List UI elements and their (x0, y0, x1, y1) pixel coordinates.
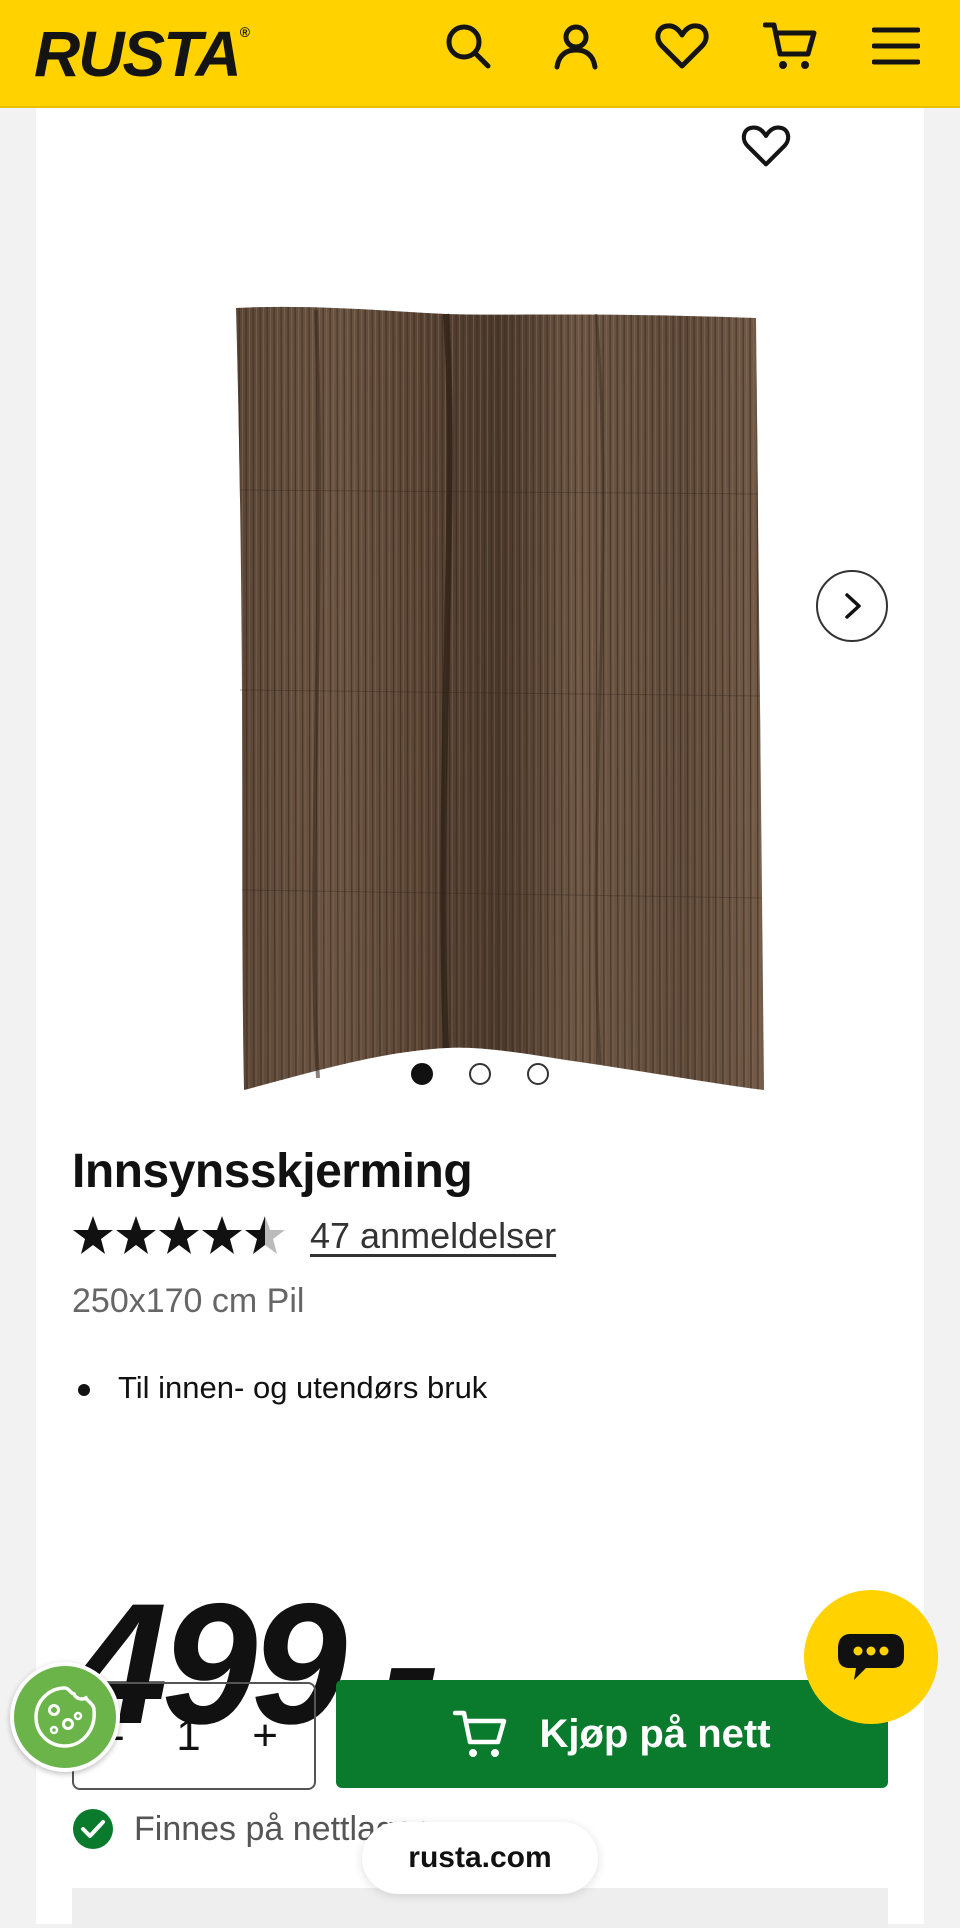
chevron-right-icon (845, 593, 861, 619)
star-icon (202, 1216, 242, 1254)
product-variant: 250x170 cm Pil (72, 1282, 305, 1320)
site-header: RUSTA® (0, 0, 960, 108)
chat-bubble-icon (838, 1634, 904, 1680)
gallery-dot-2[interactable] (469, 1063, 491, 1085)
buy-button-label: Kjøp på nett (539, 1711, 771, 1756)
feature-list: Til innen- og utendørs bruk (72, 1370, 487, 1406)
heart-icon (741, 125, 791, 167)
product-title: Innsynsskjerming (72, 1145, 473, 1198)
cart-icon[interactable] (758, 14, 822, 78)
browser-url-bar[interactable]: rusta.com (362, 1822, 598, 1894)
gallery-dot-3[interactable] (527, 1063, 549, 1085)
rusta-logo[interactable]: RUSTA® (34, 4, 250, 104)
gallery-pagination (36, 1063, 924, 1085)
star-icon (159, 1216, 199, 1254)
cookie-icon (34, 1686, 96, 1748)
quantity-value[interactable]: 1 (176, 1711, 200, 1761)
search-icon[interactable] (436, 14, 500, 78)
reviews-link[interactable]: 47 anmeldelser (310, 1215, 556, 1257)
add-to-favorites-button[interactable] (722, 108, 810, 184)
gallery-dot-1[interactable] (411, 1063, 433, 1085)
half-star-icon (245, 1216, 285, 1254)
buy-online-button[interactable]: Kjøp på nett (336, 1680, 888, 1788)
cookie-settings-button[interactable] (10, 1662, 120, 1772)
product-card: Innsynsskjerming 47 anmeldelser 250x170 … (36, 108, 924, 1928)
menu-icon[interactable] (864, 14, 928, 78)
rating-stars (72, 1214, 290, 1258)
feature-item: Til innen- og utendørs bruk (72, 1370, 487, 1406)
star-icon (116, 1216, 156, 1254)
wishlist-icon[interactable] (650, 14, 714, 78)
increase-quantity-button[interactable]: + (252, 1711, 278, 1761)
cart-icon (453, 1710, 507, 1757)
product-rating: 47 anmeldelser (72, 1214, 556, 1258)
star-icon (73, 1216, 113, 1254)
next-image-button[interactable] (816, 570, 888, 642)
next-section (72, 1888, 888, 1928)
account-icon[interactable] (544, 14, 608, 78)
check-circle-icon (73, 1809, 113, 1849)
chat-button[interactable] (804, 1590, 938, 1724)
product-image[interactable] (196, 190, 800, 1090)
